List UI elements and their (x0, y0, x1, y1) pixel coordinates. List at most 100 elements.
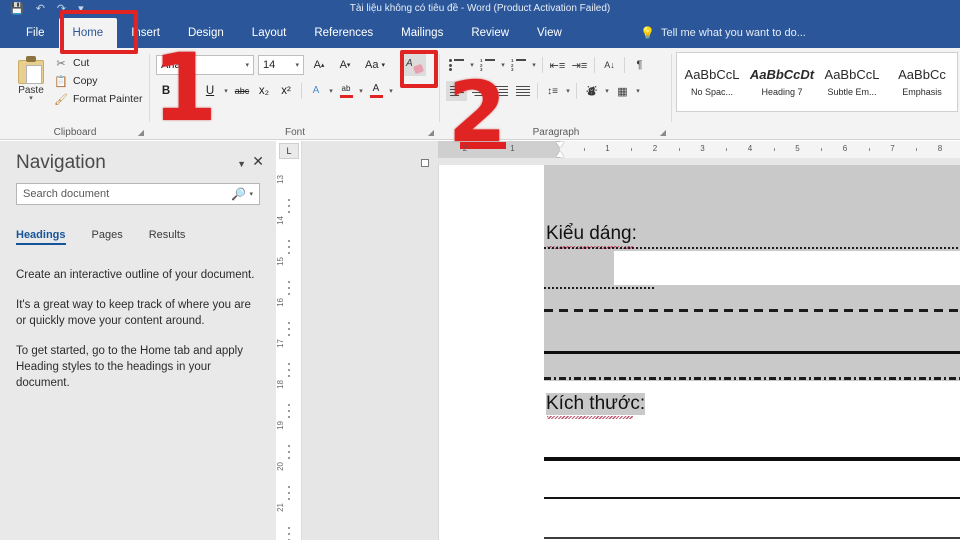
chevron-down-icon[interactable]: ▾ (295, 61, 299, 69)
tell-me-label: Tell me what you want to do... (660, 27, 806, 39)
superscript-label: x² (281, 85, 291, 97)
document-rule-line (544, 247, 960, 249)
chevron-down-icon[interactable]: ▾ (245, 61, 249, 69)
shrink-font-button[interactable]: A ▾ (334, 55, 356, 75)
annotation-box-clear-formatting-button (400, 50, 438, 88)
show-marks-icon[interactable]: ¶ (629, 55, 650, 75)
paragraph-dialog-launcher-icon[interactable]: ◢ (660, 128, 666, 137)
ribbon-tab-references[interactable]: References (300, 18, 387, 48)
font-size-combo[interactable]: 14 ▾ (258, 55, 304, 75)
styles-gallery[interactable]: AaBbCcL No Spac... AaBbCcDt Heading 7 AaBbCc… (676, 52, 958, 112)
paste-button[interactable]: Paste ▾ (8, 54, 54, 116)
ribbon-tab-review[interactable]: Review (457, 18, 523, 48)
underline-dropdown-icon[interactable]: ▾ (222, 87, 230, 95)
ruler-number: 7 (890, 144, 895, 153)
text-highlight-button[interactable]: ab (337, 81, 355, 101)
borders-icon[interactable]: ▦ (612, 81, 633, 101)
grow-font-button[interactable]: A ▴ (308, 55, 330, 75)
paintbrush-icon: 🖌 (54, 93, 68, 106)
style-item[interactable]: AaBbCc Emphasis (887, 53, 957, 111)
ribbon-tab-file[interactable]: File (12, 18, 59, 48)
style-preview: AaBbCc (898, 67, 946, 82)
tab-stop-selector[interactable]: L (279, 143, 299, 159)
divider (537, 83, 538, 99)
increase-indent-icon[interactable]: ⇥≡ (569, 55, 590, 75)
multilevel-dropdown-icon[interactable]: ▾ (530, 61, 538, 69)
style-item[interactable]: AaBbCcDt Heading 7 (747, 53, 817, 111)
format-painter-button[interactable]: 🖌 Format Painter (54, 90, 148, 108)
search-options-icon[interactable]: ▾ (249, 190, 253, 198)
style-preview: AaBbCcL (824, 67, 880, 82)
highlight-dropdown-icon[interactable]: ▾ (357, 87, 365, 95)
ruler-tick (288, 410, 290, 412)
navigation-tab-headings[interactable]: Headings (16, 229, 66, 245)
ruler-tick (583, 148, 585, 151)
ruler-number: 15 (276, 257, 285, 266)
superscript-button[interactable]: x² (276, 81, 296, 101)
left-indent-marker-icon[interactable] (421, 159, 429, 167)
shrink-font-label: A (339, 59, 347, 71)
indent-markers[interactable] (556, 141, 565, 158)
paste-dropdown-icon[interactable]: ▾ (29, 95, 33, 102)
ruler-tick (288, 363, 290, 365)
ruler-tick (288, 293, 290, 295)
chevron-down-icon[interactable]: ▼ (237, 159, 246, 169)
line-spacing-icon[interactable]: ↕≡ (542, 81, 563, 101)
horizontal-ruler[interactable]: 2112345678910 (438, 141, 960, 158)
navigation-tab-results[interactable]: Results (149, 229, 186, 245)
navigation-tabs[interactable]: Headings Pages Results (16, 229, 185, 245)
document-heading[interactable]: Kiểu dáng: (546, 223, 637, 245)
justify-icon[interactable] (512, 81, 533, 101)
undo-icon[interactable]: ↶ (36, 0, 45, 18)
shading-dropdown-icon[interactable]: ▾ (603, 87, 611, 95)
search-input[interactable]: Search document 🔍 ▾ (16, 183, 260, 205)
sort-icon[interactable]: A↓ (599, 55, 620, 75)
vertical-ruler[interactable]: L 13141516171819202122 (276, 141, 302, 540)
save-icon[interactable]: 💾 (10, 0, 24, 18)
document-page[interactable]: Kiểu dáng: Kích thước: (438, 165, 960, 540)
style-item[interactable]: AaBbCcL No Spac... (677, 53, 747, 111)
clipboard-dialog-launcher-icon[interactable]: ◢ (138, 128, 144, 137)
ribbon-tab-view[interactable]: View (523, 18, 576, 48)
close-icon[interactable]: ✕ (252, 153, 264, 170)
change-case-button[interactable]: Aa ▾ (360, 55, 390, 75)
navigation-tab-pages[interactable]: Pages (92, 229, 123, 245)
document-content[interactable]: Kiểu dáng: Kích thước: (439, 165, 960, 540)
tell-me-box[interactable]: 💡 Tell me what you want to do... (640, 18, 806, 48)
line-spacing-dropdown-icon[interactable]: ▾ (564, 87, 572, 95)
divider (542, 57, 543, 73)
ruler-number: 19 (276, 421, 285, 430)
font-dialog-launcher-icon[interactable]: ◢ (428, 128, 434, 137)
multilevel-list-icon[interactable]: 123 (508, 55, 529, 75)
ribbon-tab-mailings[interactable]: Mailings (387, 18, 457, 48)
document-rule-line (544, 351, 960, 354)
ruler-number: 6 (842, 144, 848, 153)
font-color-dropdown-icon[interactable]: ▾ (387, 87, 395, 95)
ruler-tick (868, 148, 870, 151)
subscript-label: x₂ (258, 85, 270, 97)
ruler-text-area (560, 141, 960, 158)
ruler-number: 17 (276, 339, 285, 348)
decrease-indent-icon[interactable]: ⇤≡ (547, 55, 568, 75)
ruler-tick (288, 533, 290, 535)
document-heading[interactable]: Kích thước: (546, 393, 646, 415)
subscript-button[interactable]: x₂ (254, 81, 274, 101)
ruler-tick (288, 199, 290, 201)
ruler-tick (288, 492, 290, 494)
document-rule-line (544, 309, 960, 312)
cut-button[interactable]: ✂ Cut (54, 54, 148, 72)
divider (624, 57, 625, 73)
style-item[interactable]: AaBbCcL Subtle Em... (817, 53, 887, 111)
text-effects-dropdown-icon[interactable]: ▾ (327, 87, 335, 95)
ribbon-tab-layout[interactable]: Layout (238, 18, 301, 48)
font-color-button[interactable]: A (367, 81, 385, 101)
strikethrough-button[interactable]: abc (232, 81, 252, 101)
ruler-number: 8 (937, 144, 943, 153)
shading-icon[interactable]: ⛇ (581, 81, 602, 101)
borders-dropdown-icon[interactable]: ▾ (634, 87, 642, 95)
first-line-indent-icon (556, 142, 564, 148)
text-effects-button[interactable]: A (307, 81, 325, 101)
navigation-paragraph: It's a great way to keep track of where … (16, 299, 251, 327)
copy-button[interactable]: 📋 Copy (54, 72, 148, 90)
search-icon[interactable]: 🔍 (231, 187, 246, 201)
